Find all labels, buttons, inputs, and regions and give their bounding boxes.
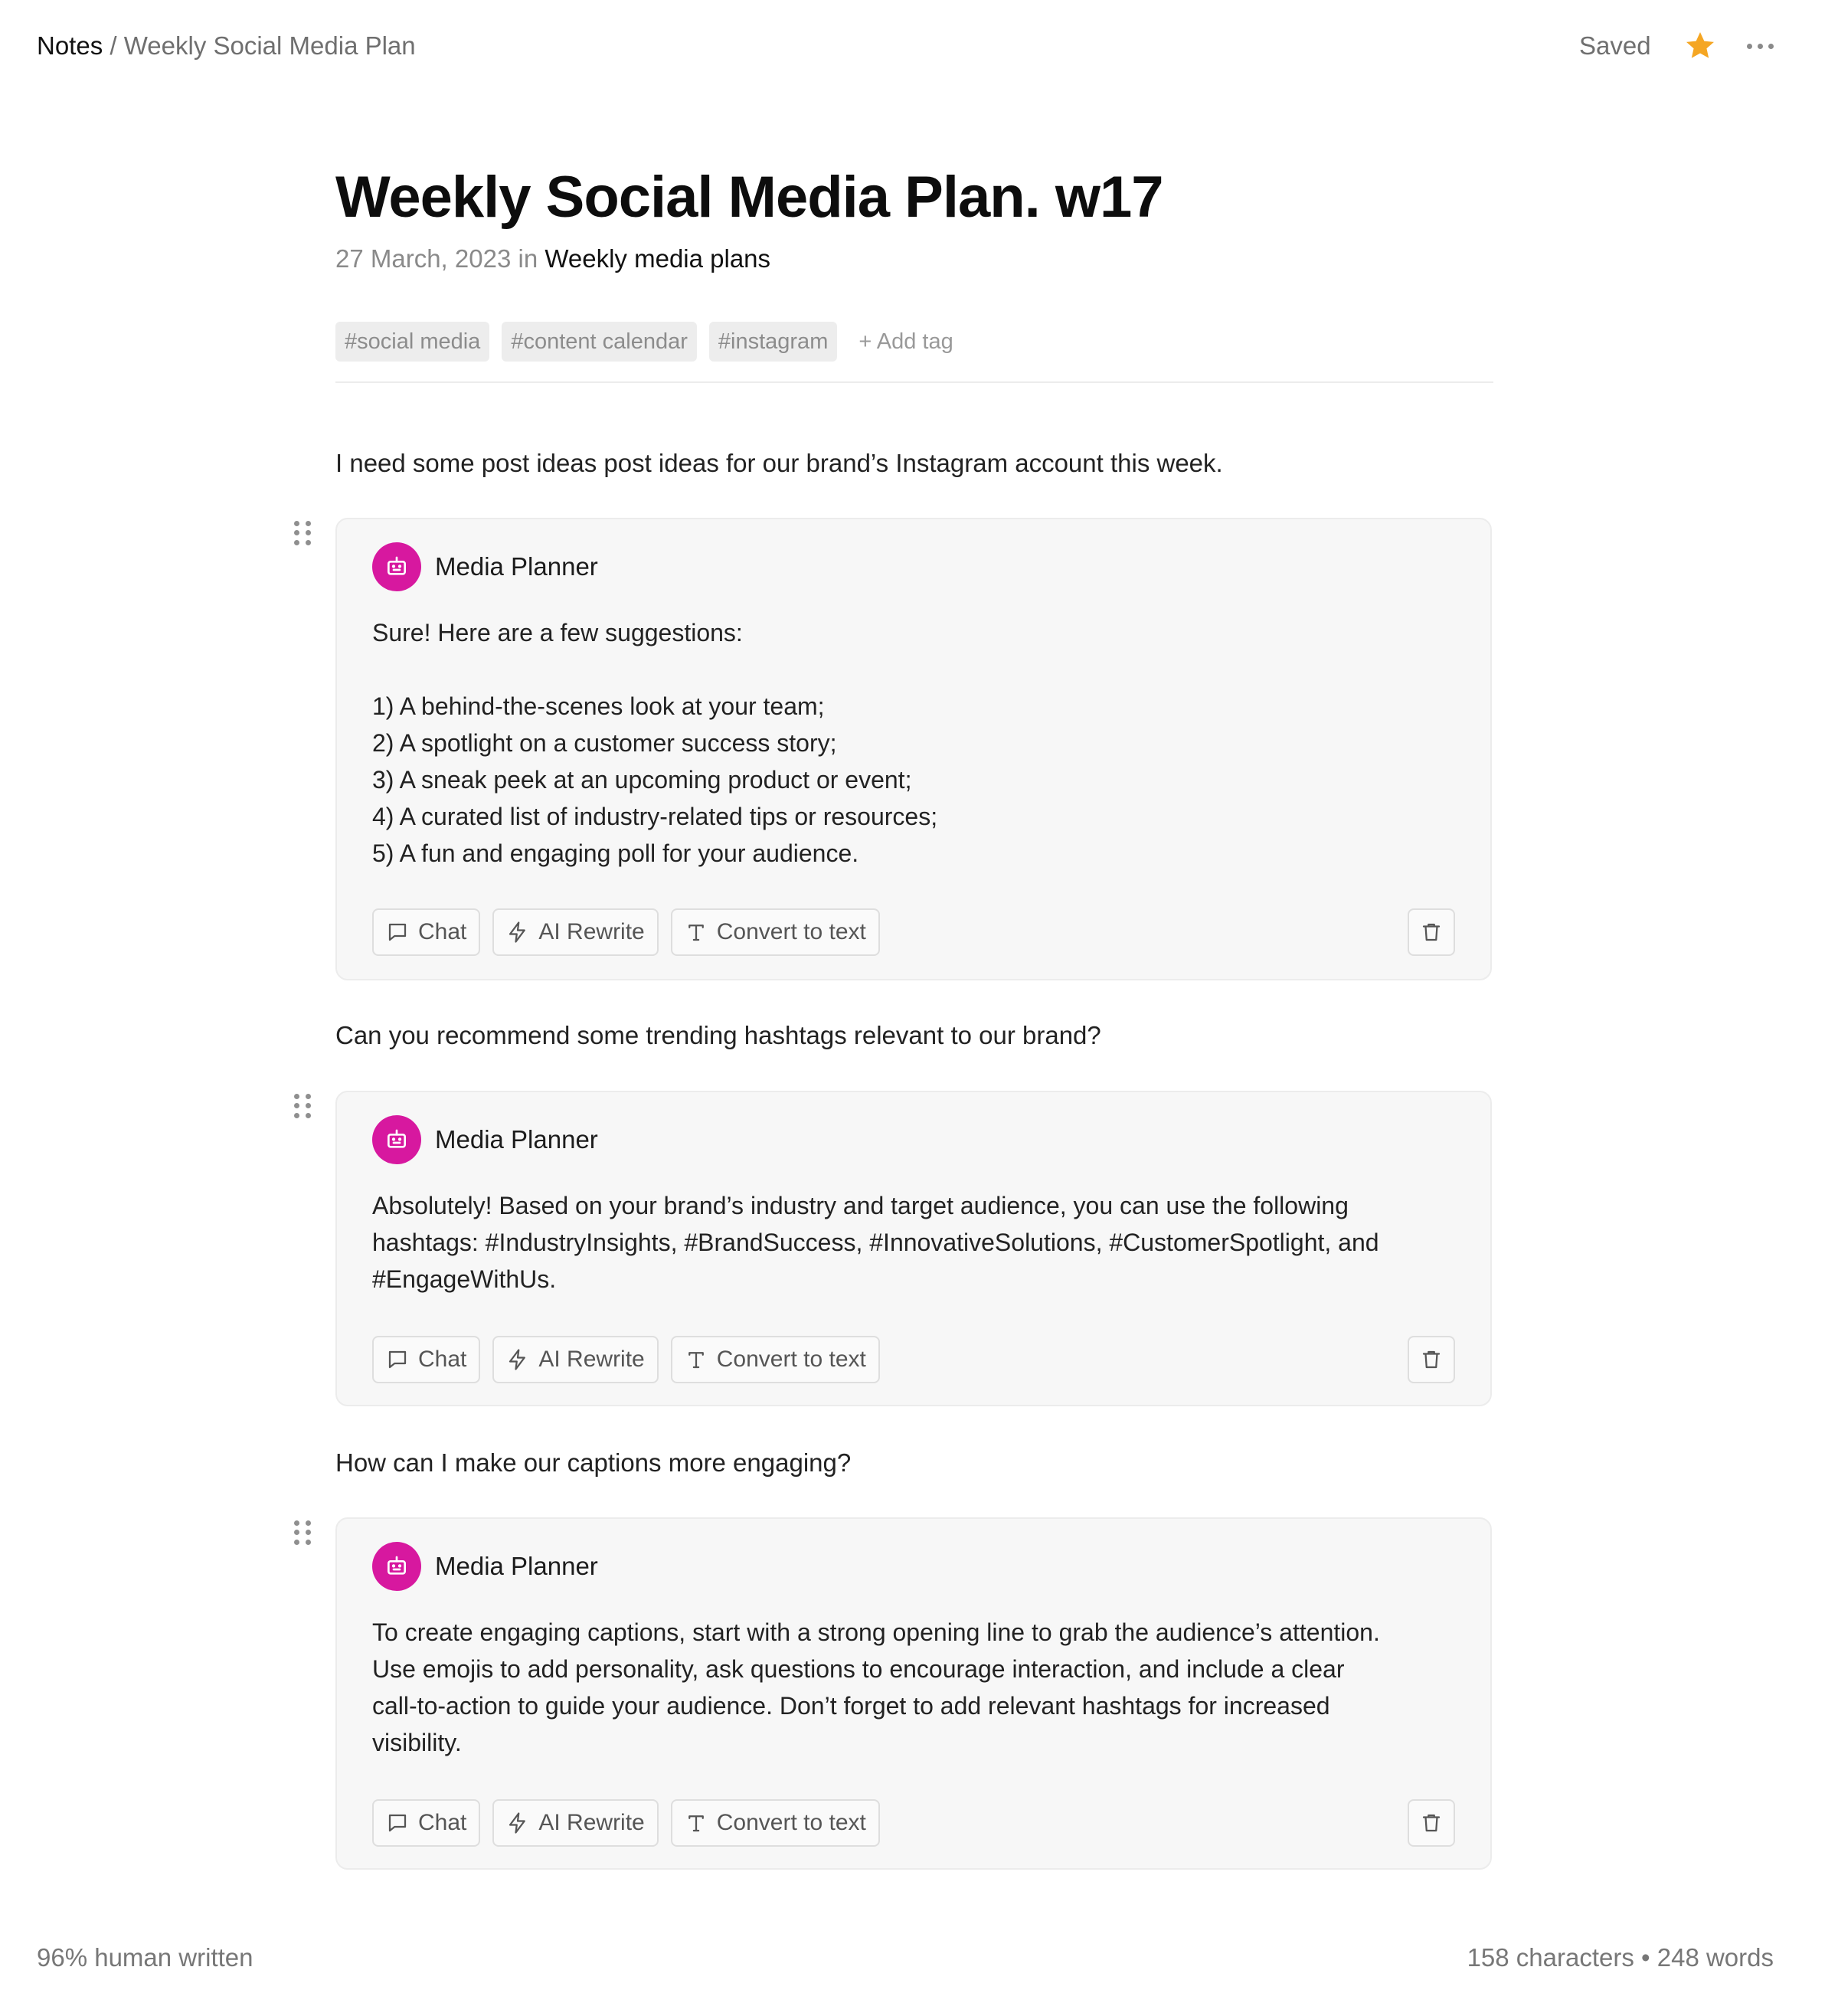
chat-label: Chat: [418, 1347, 467, 1372]
divider: [335, 381, 1493, 383]
ai-response-card: Media Planner Absolutely! Based on your …: [335, 1091, 1492, 1406]
breadcrumb-notes-link[interactable]: Notes: [37, 31, 103, 60]
user-prompt[interactable]: How can I make our captions more engagin…: [335, 1445, 851, 1481]
robot-icon: [372, 542, 421, 591]
ai-rewrite-label: AI Rewrite: [538, 919, 645, 944]
breadcrumb: Notes / Weekly Social Media Plan: [37, 31, 416, 61]
ai-response-card: Media Planner To create engaging caption…: [335, 1517, 1492, 1870]
add-tag-button[interactable]: + Add tag: [858, 322, 953, 362]
drag-handle-icon[interactable]: [294, 1520, 311, 1545]
ai-response-card: Media Planner Sure! Here are a few sugge…: [335, 518, 1492, 980]
user-prompt[interactable]: Can you recommend some trending hashtags…: [335, 1017, 1101, 1054]
text-icon: [688, 1815, 704, 1832]
agent-name: Media Planner: [435, 1125, 598, 1154]
note-folder-link[interactable]: Weekly media plans: [545, 244, 770, 273]
ai-rewrite-button[interactable]: AI Rewrite: [492, 1336, 659, 1383]
user-prompt[interactable]: I need some post ideas post ideas for ou…: [335, 445, 1223, 482]
save-status: Saved: [1579, 31, 1651, 60]
text-icon: [688, 925, 704, 941]
agent-header: Media Planner: [372, 1542, 598, 1591]
breadcrumb-current: Weekly Social Media Plan: [123, 31, 416, 60]
tag-chip[interactable]: #content calendar: [502, 322, 697, 362]
agent-name: Media Planner: [435, 552, 598, 581]
lightning-icon: [509, 921, 526, 943]
chat-button[interactable]: Chat: [372, 1336, 481, 1383]
convert-to-text-button[interactable]: Convert to text: [670, 908, 880, 956]
chat-icon: [388, 1350, 407, 1369]
note-date: 27 March, 2023: [335, 244, 512, 273]
chat-button[interactable]: Chat: [372, 908, 481, 956]
chat-icon: [388, 1814, 407, 1832]
trash-icon[interactable]: [1408, 1336, 1455, 1383]
response-actions: Chat AI Rewrite Convert to text: [372, 1799, 880, 1847]
convert-label: Convert to text: [716, 1810, 866, 1835]
star-icon[interactable]: [1683, 29, 1717, 63]
ai-rewrite-button[interactable]: AI Rewrite: [492, 908, 659, 956]
agent-header: Media Planner: [372, 1115, 598, 1164]
note-in-label: in: [518, 244, 538, 273]
top-bar: Notes / Weekly Social Media Plan Saved: [0, 0, 1838, 92]
chat-icon: [388, 923, 407, 941]
tag-chip[interactable]: #instagram: [708, 322, 838, 362]
response-actions: Chat AI Rewrite Convert to text: [372, 908, 880, 956]
ai-rewrite-label: AI Rewrite: [538, 1347, 645, 1372]
human-written-indicator: 96% human written: [37, 1943, 253, 1972]
lightning-icon: [509, 1349, 526, 1370]
drag-handle-icon[interactable]: [294, 1094, 311, 1118]
note-title[interactable]: Weekly Social Media Plan. w17: [335, 161, 1164, 234]
convert-label: Convert to text: [716, 919, 866, 944]
note-meta: 27 March, 2023 in Weekly media plans: [335, 243, 770, 275]
ai-response-text: Sure! Here are a few suggestions: 1) A b…: [372, 619, 938, 867]
convert-label: Convert to text: [716, 1347, 866, 1372]
ai-response-text: To create engaging captions, start with …: [372, 1618, 1380, 1756]
robot-icon: [372, 1115, 421, 1164]
text-icon: [688, 1352, 704, 1369]
drag-handle-icon[interactable]: [294, 521, 311, 545]
trash-icon[interactable]: [1408, 1799, 1455, 1847]
lightning-icon: [509, 1812, 526, 1834]
chat-label: Chat: [418, 1810, 467, 1835]
agent-header: Media Planner: [372, 542, 598, 591]
tag-chip[interactable]: #social media: [335, 322, 490, 362]
ai-rewrite-button[interactable]: AI Rewrite: [492, 1799, 659, 1847]
ai-response-text: Absolutely! Based on your brand’s indust…: [372, 1192, 1379, 1293]
convert-to-text-button[interactable]: Convert to text: [670, 1336, 880, 1383]
convert-to-text-button[interactable]: Convert to text: [670, 1799, 880, 1847]
chat-label: Chat: [418, 919, 467, 944]
trash-icon[interactable]: [1408, 908, 1455, 956]
word-count: 158 characters • 248 words: [1467, 1943, 1774, 1972]
tag-list: #social media #content calendar #instagr…: [335, 322, 953, 362]
breadcrumb-separator: /: [110, 31, 117, 60]
ai-rewrite-label: AI Rewrite: [538, 1810, 645, 1835]
more-horizontal-icon[interactable]: [1743, 29, 1777, 63]
robot-icon: [372, 1542, 421, 1591]
chat-button[interactable]: Chat: [372, 1799, 481, 1847]
response-actions: Chat AI Rewrite Convert to text: [372, 1336, 880, 1383]
agent-name: Media Planner: [435, 1552, 598, 1580]
